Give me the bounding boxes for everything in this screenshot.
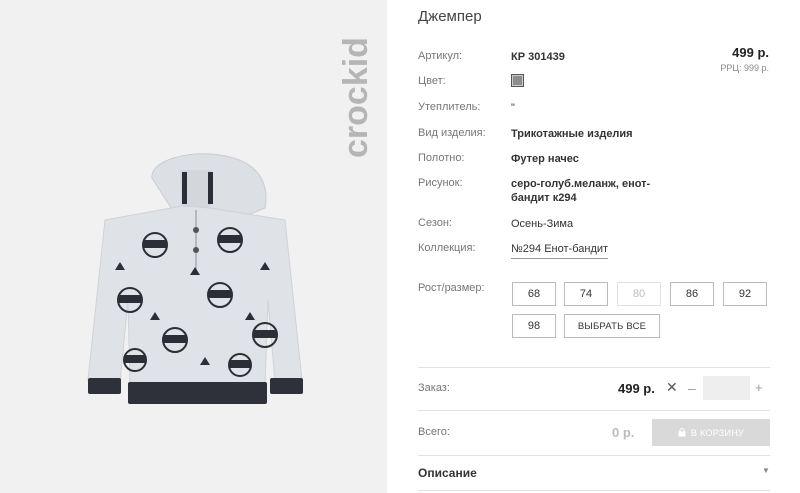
attr-value: Осень-Зима (511, 218, 574, 230)
attr-label: Рисунок: (418, 177, 463, 189)
quantity-input[interactable] (703, 376, 750, 400)
order-label: Заказ: (418, 382, 450, 394)
attr-value: Трикотажные изделия (511, 128, 633, 140)
total-value: 0 р. (612, 425, 635, 440)
divider (418, 455, 770, 456)
chevron-down-icon[interactable]: ▼ (762, 466, 770, 475)
attr-label: Коллекция: (418, 242, 476, 254)
attr-value: серо-голуб.меланж, енот-бандит к294 (511, 178, 651, 204)
description-toggle[interactable]: Описание (418, 466, 477, 480)
size-option-68[interactable]: 68 (512, 282, 556, 306)
order-price: 499 р. (618, 381, 655, 396)
product-image (87, 153, 303, 404)
color-swatch[interactable] (511, 74, 524, 87)
cart-icon (678, 428, 686, 437)
brand-logo-text: crockid (337, 37, 375, 158)
add-to-cart-button[interactable]: В КОРЗИНУ (652, 419, 770, 446)
increase-quantity-button[interactable]: + (755, 380, 763, 395)
collection-link[interactable]: №294 Енот-бандит (511, 242, 609, 259)
select-all-sizes-button[interactable]: ВЫБРАТЬ ВСЕ (564, 314, 660, 338)
attr-label: Утеплитель: (418, 101, 481, 113)
attr-label: Артикул: (418, 50, 463, 62)
total-label: Всего: (418, 426, 450, 438)
product-image-panel: crockid (0, 0, 387, 493)
size-option-80: 80 (617, 282, 661, 306)
attr-label: Вид изделия: (418, 127, 486, 139)
attr-value: " (511, 102, 515, 114)
size-option-98[interactable]: 98 (512, 314, 556, 338)
attr-value: Футер начес (511, 153, 579, 165)
size-option-92[interactable]: 92 (723, 282, 767, 306)
attr-label: Цвет: (418, 75, 446, 87)
times-icon: ✕ (666, 379, 678, 395)
size-option-74[interactable]: 74 (564, 282, 608, 306)
recommended-price: РРЦ: 999 р. (720, 63, 769, 73)
divider (418, 490, 770, 491)
brand-logo: crockid (337, 37, 375, 158)
add-to-cart-label: В КОРЗИНУ (690, 427, 745, 438)
attr-value: КР 301439 (511, 51, 565, 63)
divider (418, 367, 770, 368)
attr-label: Сезон: (418, 217, 452, 229)
product-price: 499 р. (732, 45, 769, 60)
decrease-quantity-button[interactable]: – (688, 380, 696, 396)
sizes-label: Рост/размер: (418, 282, 485, 294)
divider (418, 410, 770, 411)
size-option-86[interactable]: 86 (670, 282, 714, 306)
attr-label: Полотно: (418, 152, 465, 164)
product-title: Джемпер (418, 8, 482, 25)
